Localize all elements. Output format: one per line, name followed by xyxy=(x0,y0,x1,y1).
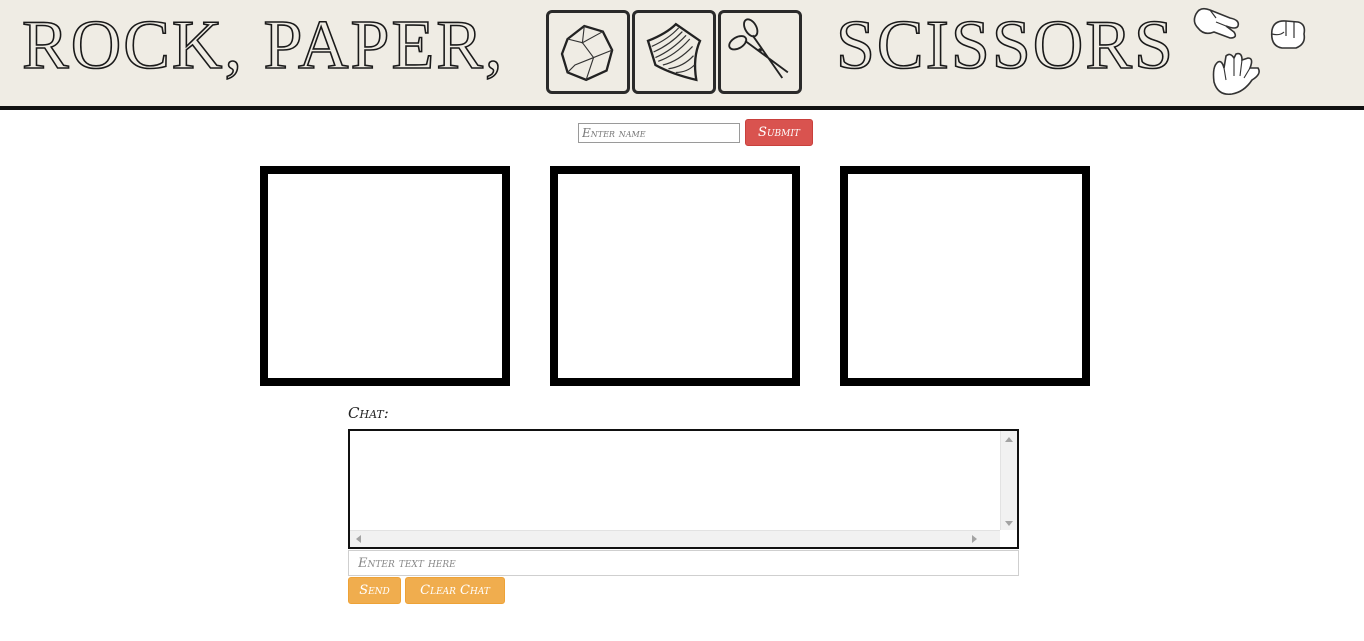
submit-button[interactable]: Submit xyxy=(745,119,813,146)
rock-hand-icon xyxy=(1266,16,1310,54)
scroll-up-icon[interactable] xyxy=(1005,437,1013,442)
scroll-down-icon[interactable] xyxy=(1005,521,1013,526)
chat-message-input[interactable] xyxy=(348,550,1019,576)
choice-panel-3[interactable] xyxy=(840,166,1090,386)
name-input[interactable] xyxy=(578,123,740,143)
scroll-left-icon[interactable] xyxy=(356,535,361,543)
title-left: ROCK, PAPER, xyxy=(21,6,505,85)
chat-log[interactable] xyxy=(348,429,1019,549)
scroll-right-icon[interactable] xyxy=(972,535,977,543)
send-button[interactable]: Send xyxy=(348,577,401,604)
choice-panel-2[interactable] xyxy=(550,166,800,386)
chat-vertical-scrollbar[interactable] xyxy=(1000,431,1017,532)
chat-horizontal-scrollbar[interactable] xyxy=(350,530,1001,547)
paper-icon xyxy=(632,10,716,94)
rock-icon xyxy=(546,10,630,94)
scroll-corner xyxy=(1000,530,1017,547)
scissors-icon xyxy=(718,10,802,94)
clear-chat-button[interactable]: Clear Chat xyxy=(405,577,505,604)
header-banner: ROCK, PAPER, SCISSORS xyxy=(0,0,1364,110)
title-right: SCISSORS xyxy=(835,6,1175,85)
paper-hand-icon xyxy=(1208,52,1264,100)
chat-label: Chat: xyxy=(348,404,389,422)
scissors-hand-icon xyxy=(1190,4,1246,44)
choice-panel-1[interactable] xyxy=(260,166,510,386)
